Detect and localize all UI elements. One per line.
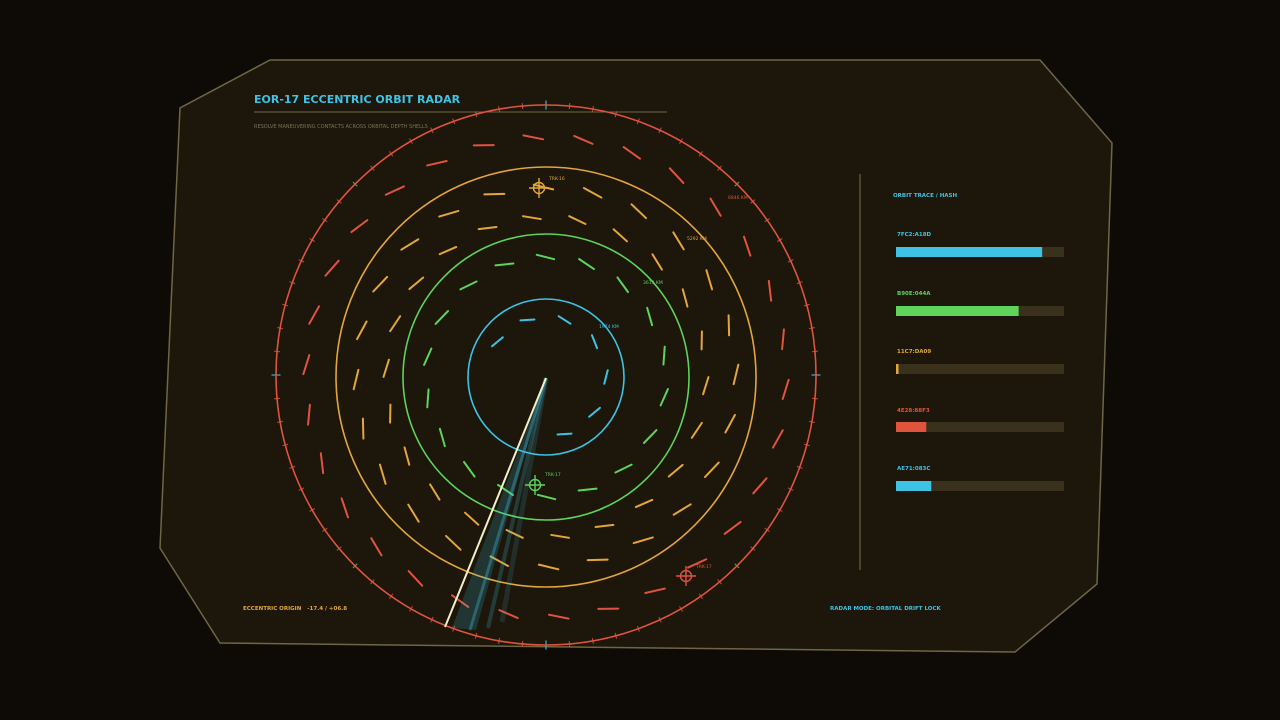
trace-hash: AE71:083C — [897, 466, 930, 472]
console-panel — [159, 59, 1113, 653]
origin-value: -17.4 / +06.8 — [307, 606, 347, 612]
contact-dash — [662, 345, 666, 366]
page-subtitle: RESOLVE MANEUVERING CONTACTS ACROSS ORBI… — [254, 124, 428, 130]
track-label: TRK-16 — [548, 176, 565, 182]
contact-dash — [586, 558, 609, 562]
trace-hash: B90E:044A — [897, 291, 931, 297]
trace-bar-fill — [896, 364, 899, 374]
trace-bar-fill — [896, 481, 932, 491]
contact-dash — [519, 318, 536, 322]
page-title: EOR-17 ECCENTRIC ORBIT RADAR — [254, 93, 461, 106]
trace-bar-track — [896, 364, 1064, 374]
trace-hash: 4E28:88F3 — [897, 408, 930, 414]
contact-dash — [727, 314, 731, 337]
radar-mode-status: RADAR MODE: ORBITAL DRIFT LOCK — [830, 606, 941, 612]
contact-dash — [556, 432, 573, 436]
radar-screen: EOR-17 ECCENTRIC ORBIT RADAR RESOLVE MAN… — [159, 59, 1113, 653]
shell-label-1: 1974 KM — [599, 324, 619, 330]
track-label: TRK-17 — [695, 564, 712, 570]
trace-hash: 7FC2:A18D — [897, 232, 932, 238]
shell-label-4: 6846 KM — [728, 195, 748, 201]
trace-bar-fill — [896, 247, 1043, 257]
origin-label: ECCENTRIC ORIGIN — [243, 606, 302, 612]
track-label: TRK-17 — [544, 472, 561, 478]
contact-dash — [426, 388, 430, 409]
trace-hash: 11C7:DA09 — [897, 349, 931, 355]
shell-label-2: 3613 KM — [643, 280, 663, 286]
contact-dash — [361, 417, 365, 440]
shell-label-3: 5292 KM — [687, 236, 707, 242]
sidebar-title: ORBIT TRACE / HASH — [893, 193, 958, 199]
trace-bar-fill — [896, 422, 927, 432]
contact-dash — [483, 192, 506, 196]
trace-bar-fill — [896, 306, 1019, 316]
origin-readout: ECCENTRIC ORIGIN -17.4 / +06.8 — [243, 606, 347, 612]
